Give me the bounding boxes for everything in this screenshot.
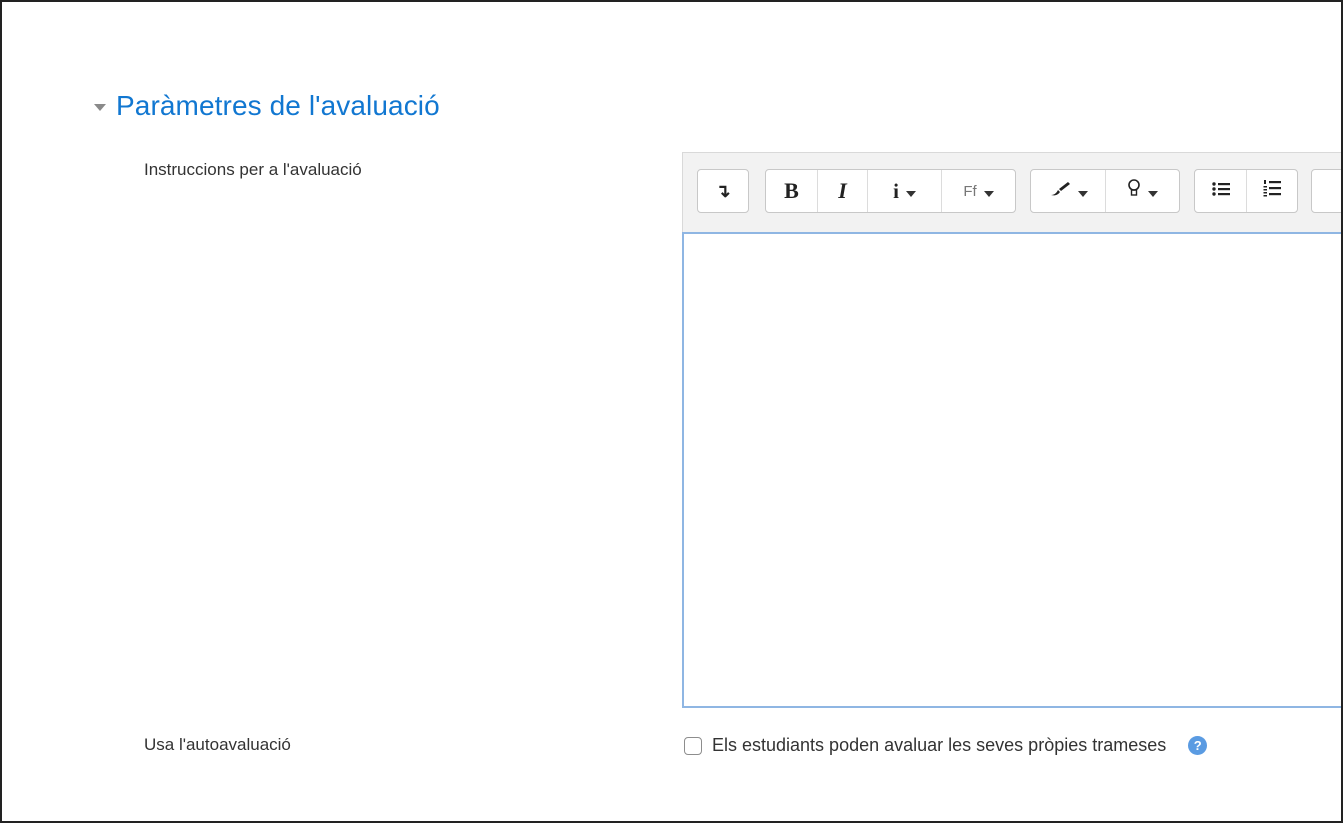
section-header[interactable]: Paràmetres de l'avaluació [94, 90, 440, 122]
toolbar-group-more [1311, 169, 1341, 213]
ordered-list-icon [1263, 179, 1281, 203]
help-icon[interactable]: ? [1188, 736, 1208, 755]
selfassessment-row: Els estudiants poden avaluar les seves p… [684, 735, 1208, 756]
toolbar-more-button[interactable] [1312, 170, 1341, 212]
ordered-list-button[interactable] [1246, 170, 1297, 212]
italic-button[interactable]: I [817, 170, 867, 212]
selfassessment-label: Usa l'autoavaluació [144, 735, 291, 754]
editor-toolbar: ↴ B I i Ff [682, 152, 1341, 232]
chevron-down-icon [1071, 180, 1088, 203]
selfassessment-checkbox[interactable] [684, 736, 702, 755]
font-color-button[interactable] [1031, 170, 1105, 212]
bold-button[interactable]: B [766, 170, 817, 212]
style-dropdown-button[interactable]: i [867, 170, 941, 212]
toolbar-group-toggle: ↴ [697, 169, 749, 213]
chevron-down-icon [977, 180, 994, 203]
text-editor: ↴ B I i Ff [682, 152, 1341, 708]
brush-icon [1049, 180, 1071, 203]
highlight-button[interactable] [1105, 170, 1179, 212]
font-dropdown-button[interactable]: Ff [941, 170, 1015, 212]
caret-down-icon[interactable] [94, 103, 106, 111]
toolbar-group-color [1030, 169, 1180, 213]
section-title[interactable]: Paràmetres de l'avaluació [116, 90, 440, 122]
unordered-list-button[interactable] [1195, 170, 1246, 212]
font-label: Ff [963, 182, 977, 200]
toolbar-group-text: B I i Ff [765, 169, 1016, 213]
chevron-down-icon [899, 180, 916, 203]
instructions-label: Instruccions per a l'avaluació [144, 160, 362, 179]
chevron-down-icon [1141, 180, 1158, 203]
unordered-list-icon [1211, 180, 1230, 203]
toolbar-group-lists [1194, 169, 1298, 213]
page-frame: Paràmetres de l'avaluació Instruccions p… [0, 0, 1343, 823]
toolbar-toggle-button[interactable]: ↴ [698, 170, 748, 212]
selfassessment-checkbox-label[interactable]: Els estudiants poden avaluar les seves p… [712, 735, 1166, 756]
bulb-icon [1127, 179, 1141, 203]
editor-content-area[interactable] [682, 232, 1341, 708]
